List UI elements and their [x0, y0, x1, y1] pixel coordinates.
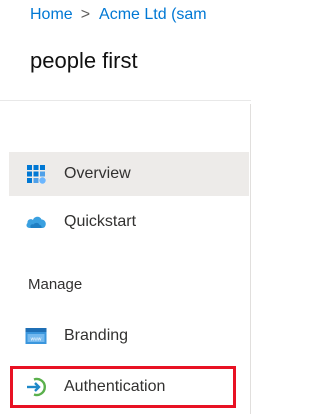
page-title: people first	[30, 48, 138, 73]
breadcrumb-separator: >	[80, 6, 91, 23]
breadcrumb-home-link[interactable]: Home	[30, 6, 73, 23]
authentication-highlight-box	[10, 366, 236, 408]
header-divider	[0, 100, 251, 101]
nav-item-branding[interactable]: www Branding	[9, 314, 249, 358]
svg-text:www: www	[31, 337, 42, 343]
cloud-icon	[25, 211, 47, 233]
nav-item-overview[interactable]: Overview	[9, 152, 249, 196]
nav-item-quickstart-label: Quickstart	[64, 213, 137, 230]
manage-section-label: Manage	[28, 276, 83, 293]
nav-item-branding-label: Branding	[64, 327, 129, 344]
nav-item-quickstart[interactable]: Quickstart	[9, 200, 249, 244]
branding-window-icon: www	[25, 325, 47, 347]
breadcrumb: Home > Acme Ltd (sam	[30, 6, 251, 24]
nav-item-overview-label: Overview	[64, 165, 131, 182]
nav-right-border	[250, 104, 251, 414]
breadcrumb-tenant-link[interactable]: Acme Ltd (sam	[99, 6, 207, 23]
overview-grid-icon	[25, 163, 47, 185]
